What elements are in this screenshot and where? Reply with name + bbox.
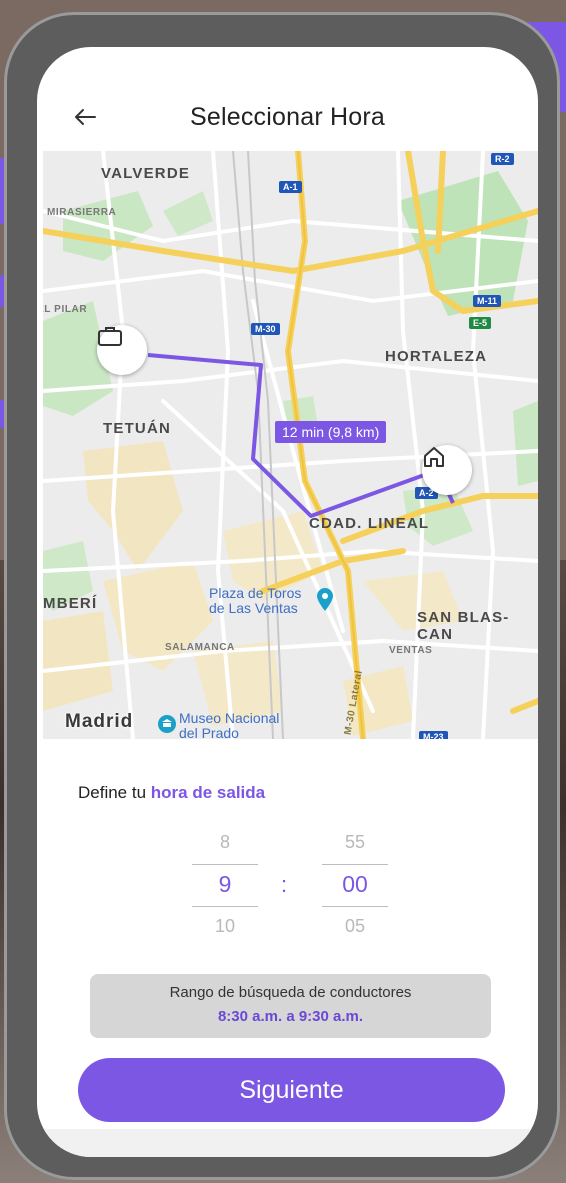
map-canvas: [43, 151, 538, 739]
hour-prev[interactable]: 8: [192, 832, 258, 853]
route-map[interactable]: VALVERDE MIRASIERRA EL PILAR HORTALEZA T…: [43, 151, 538, 739]
map-pin-icon: [317, 588, 333, 611]
road-shield-m23: M-23: [419, 731, 448, 739]
map-label-chamberi: MBERÍ: [43, 595, 98, 612]
next-button[interactable]: Siguiente: [78, 1058, 505, 1122]
map-poi-museo-prado[interactable]: Museo Nacional del Prado: [179, 711, 299, 740]
map-label-hortaleza: HORTALEZA: [385, 348, 488, 365]
map-label-tetuan: TETUÁN: [103, 420, 172, 437]
hour-divider-top: [192, 864, 258, 865]
minute-prev[interactable]: 55: [322, 832, 388, 853]
destination-marker[interactable]: [422, 445, 472, 495]
define-prefix: Define tu: [78, 783, 147, 802]
minute-selected[interactable]: 00: [322, 871, 388, 898]
hour-divider-bottom: [192, 906, 258, 907]
phone-screen: Seleccionar Hora VALVERDE MIRASIERRA L P…: [37, 47, 538, 1157]
minute-next[interactable]: 05: [322, 916, 388, 937]
road-shield-m30: M-30: [251, 323, 280, 335]
range-value: 8:30 a.m. a 9:30 a.m.: [217, 1008, 364, 1025]
app-header: Seleccionar Hora: [37, 47, 538, 151]
map-poi-plaza-toros[interactable]: Plaza de Toros de Las Ventas: [209, 586, 319, 616]
briefcase-icon: [98, 327, 122, 346]
map-label-el-pilar: EL PILAR: [43, 304, 88, 315]
departure-time-heading: Define tu hora de salida: [78, 783, 265, 803]
map-label-salamanca: SALAMANCA: [165, 642, 235, 653]
minute-divider-bottom: [322, 906, 388, 907]
road-shield-e5: E-5: [469, 317, 492, 329]
museum-icon: [158, 715, 176, 733]
range-label: Rango de búsqueda de conductores: [169, 984, 412, 1001]
hour-next[interactable]: 10: [192, 916, 258, 937]
phone-frame: Seleccionar Hora VALVERDE MIRASIERRA L P…: [4, 12, 560, 1180]
map-label-ventas: VENTAS: [389, 645, 433, 656]
bottom-strip: [37, 1129, 538, 1157]
road-shield-a1: A-1: [279, 181, 302, 193]
origin-marker[interactable]: [97, 325, 147, 375]
route-duration-badge: 12 min (9,8 km): [275, 421, 387, 443]
time-separator: :: [281, 872, 288, 897]
map-label-san-blas: SAN BLAS-CAN: [417, 609, 510, 643]
map-label-madrid: Madrid: [65, 711, 134, 732]
map-label-cdad-lineal: CDAD. LINEAL: [309, 515, 430, 532]
define-accent: hora de salida: [150, 783, 266, 802]
road-shield-m11: M-11: [473, 295, 502, 307]
driver-search-range: Rango de búsqueda de conductores 8:30 a.…: [90, 974, 491, 1038]
hour-selected[interactable]: 9: [192, 871, 258, 898]
map-label-valverde: VALVERDE: [101, 165, 191, 182]
map-label-mirasierra: MIRASIERRA: [47, 207, 117, 218]
minute-divider-top: [322, 864, 388, 865]
page-title: Seleccionar Hora: [190, 103, 385, 131]
home-icon: [424, 447, 444, 467]
road-shield-r2: R-2: [491, 153, 514, 165]
